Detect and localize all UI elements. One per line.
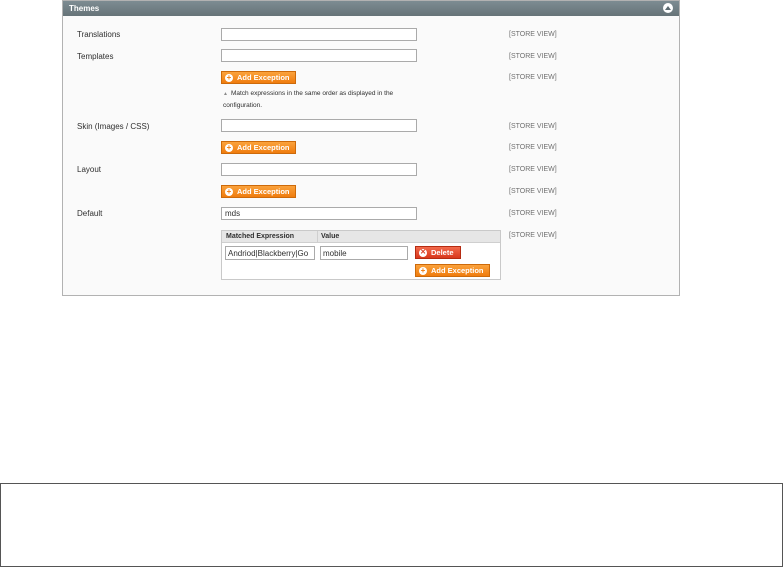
add-exception-label: Add Exception xyxy=(237,143,290,152)
column-header-matched-expression: Matched Expression xyxy=(226,233,295,240)
plus-circle-icon: + xyxy=(419,265,427,275)
table-header: Matched Expression Value xyxy=(222,231,500,243)
layout-input[interactable] xyxy=(221,163,417,176)
templates-add-exception-button[interactable]: + Add Exception xyxy=(221,71,296,84)
column-divider xyxy=(317,231,318,242)
translations-input[interactable] xyxy=(221,28,417,41)
plus-circle-icon: + xyxy=(225,186,233,196)
add-exception-label: Add Exception xyxy=(237,73,290,82)
match-order-note: ▲ Match expressions in the same order as … xyxy=(223,88,423,111)
exception-value-input[interactable] xyxy=(320,246,408,260)
add-exception-label: Add Exception xyxy=(431,266,484,275)
skin-add-exception-button[interactable]: + Add Exception xyxy=(221,141,296,154)
column-header-value: Value xyxy=(321,233,340,240)
default-input[interactable] xyxy=(221,207,417,220)
exceptions-table: Matched Expression Value ✕ Delete + Add … xyxy=(221,230,501,280)
section-title: Themes xyxy=(69,4,100,13)
themes-section: Themes Translations [STORE VIEW] Templat… xyxy=(62,0,680,296)
chevron-up-icon[interactable] xyxy=(663,3,673,13)
default-table-scope: [STORE VIEW] xyxy=(509,232,557,239)
skin-button-scope: [STORE VIEW] xyxy=(509,144,557,151)
delete-exception-button[interactable]: ✕ Delete xyxy=(415,246,461,259)
layout-button-scope: [STORE VIEW] xyxy=(509,188,557,195)
templates-input[interactable] xyxy=(221,49,417,62)
plus-circle-icon: + xyxy=(225,72,233,82)
delete-label: Delete xyxy=(431,248,454,257)
translations-label: Translations xyxy=(77,30,121,39)
layout-add-exception-button[interactable]: + Add Exception xyxy=(221,185,296,198)
translations-scope: [STORE VIEW] xyxy=(509,31,557,38)
skin-input[interactable] xyxy=(221,119,417,132)
matched-expression-input[interactable] xyxy=(225,246,315,260)
templates-button-scope: [STORE VIEW] xyxy=(509,74,557,81)
plus-circle-icon: + xyxy=(225,142,233,152)
table-add-exception-button[interactable]: + Add Exception xyxy=(415,264,490,277)
skin-label: Skin (Images / CSS) xyxy=(77,122,150,131)
templates-scope: [STORE VIEW] xyxy=(509,53,557,60)
layout-scope: [STORE VIEW] xyxy=(509,166,557,173)
triangle-icon: ▲ xyxy=(223,91,228,97)
x-circle-icon: ✕ xyxy=(419,248,427,257)
note-text: Match expressions in the same order as d… xyxy=(223,90,394,109)
default-scope: [STORE VIEW] xyxy=(509,210,557,217)
default-label: Default xyxy=(77,209,103,218)
empty-note-box xyxy=(0,483,783,567)
section-header[interactable]: Themes xyxy=(63,1,679,16)
skin-scope: [STORE VIEW] xyxy=(509,123,557,130)
layout-label: Layout xyxy=(77,165,102,174)
templates-label: Templates xyxy=(77,52,114,61)
add-exception-label: Add Exception xyxy=(237,187,290,196)
